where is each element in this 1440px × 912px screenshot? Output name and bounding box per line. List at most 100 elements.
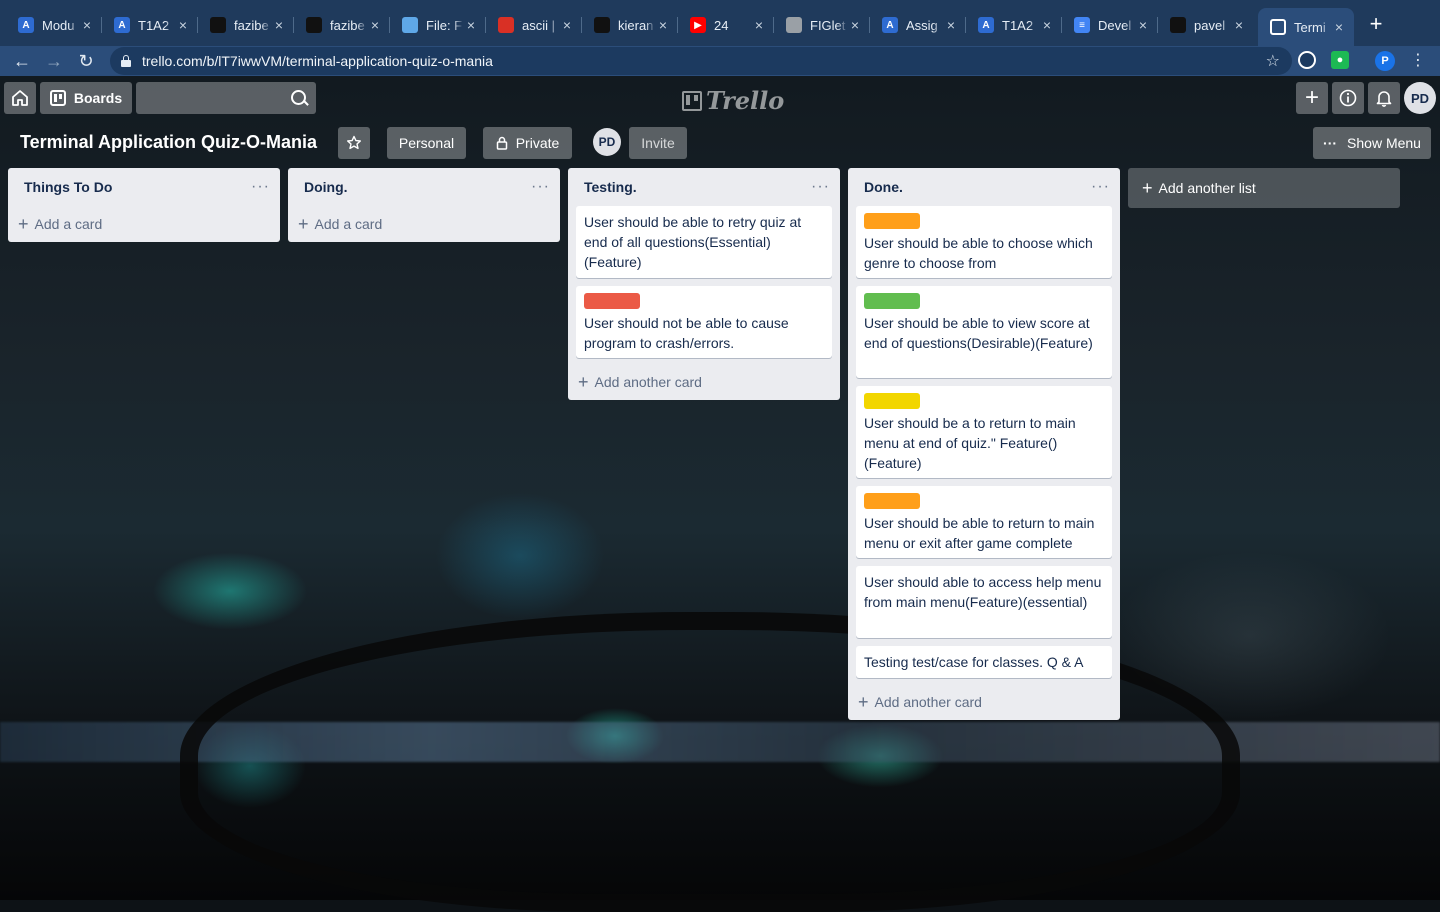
extension-icon[interactable] <box>1298 51 1316 69</box>
tab-favicon-icon <box>498 17 514 33</box>
card-label[interactable] <box>864 393 920 409</box>
browser-tab[interactable]: FIGlet × <box>774 8 870 42</box>
browser-menu-icon[interactable]: ⋮ <box>1406 49 1430 73</box>
back-icon[interactable]: ← <box>10 49 34 73</box>
browser-tab[interactable]: File: F × <box>390 8 486 42</box>
list-4[interactable]: Done. ··· User should be able to choose wh… <box>848 168 1120 720</box>
invite-button[interactable]: Invite <box>629 127 687 159</box>
tab-close-icon[interactable]: × <box>368 17 382 33</box>
list-menu-icon[interactable]: ··· <box>531 178 550 196</box>
list-title[interactable]: Things To Do <box>24 179 251 195</box>
url-text: trello.com/b/lT7iwwVM/terminal-applicati… <box>142 53 493 69</box>
browser-tab[interactable]: ▶ 24 × <box>678 8 774 42</box>
add-list-label: Add another list <box>1158 180 1256 196</box>
browser-tab[interactable]: fazibe × <box>294 8 390 42</box>
tab-close-icon[interactable]: × <box>464 17 478 33</box>
privacy-button[interactable]: Private <box>483 127 572 159</box>
card[interactable]: User should be able to retry quiz at end… <box>576 206 832 278</box>
lock-icon <box>120 55 132 67</box>
create-button[interactable]: + <box>1296 82 1328 114</box>
list-2[interactable]: Doing. ··· + Add a card <box>288 168 560 242</box>
card-label[interactable] <box>864 213 920 229</box>
address-bar[interactable]: trello.com/b/lT7iwwVM/terminal-applicati… <box>110 47 1292 75</box>
tab-close-icon[interactable]: × <box>944 17 958 33</box>
home-button[interactable] <box>4 82 36 114</box>
tab-favicon-icon: A <box>882 17 898 33</box>
card[interactable]: User should be able to return to main me… <box>856 486 1112 558</box>
list-title[interactable]: Done. <box>864 179 1091 195</box>
add-list-button[interactable]: + Add another list <box>1128 168 1400 208</box>
list-menu-icon[interactable]: ··· <box>811 178 830 196</box>
add-card-label: Add a card <box>34 216 103 232</box>
tab-close-icon[interactable]: × <box>176 17 190 33</box>
notifications-button[interactable] <box>1368 82 1400 114</box>
card-label[interactable] <box>864 293 920 309</box>
member-avatar[interactable]: PD <box>1404 82 1436 114</box>
card-label[interactable] <box>584 293 640 309</box>
list-title[interactable]: Doing. <box>304 179 531 195</box>
card[interactable]: Testing test/case for classes. Q & A <box>856 646 1112 678</box>
info-button[interactable] <box>1332 82 1364 114</box>
browser-tab[interactable]: A T1A2 × <box>102 8 198 42</box>
profile-avatar[interactable]: P <box>1375 51 1395 71</box>
search-input[interactable] <box>136 82 316 114</box>
team-visibility-button[interactable]: Personal <box>387 127 466 159</box>
list-3[interactable]: Testing. ··· User should be able to retry … <box>568 168 840 400</box>
card-label[interactable] <box>864 493 920 509</box>
show-menu-button[interactable]: ··· Show Menu <box>1313 127 1431 159</box>
new-tab-button[interactable]: + <box>1364 12 1388 36</box>
tab-close-icon[interactable]: × <box>656 17 670 33</box>
bookmark-star-icon[interactable]: ☆ <box>1266 51 1280 71</box>
tab-close-icon[interactable]: × <box>752 17 766 33</box>
trello-logo[interactable]: Trello <box>682 86 784 115</box>
card[interactable]: User should be able to choose which genr… <box>856 206 1112 278</box>
browser-tab[interactable]: A T1A2 × <box>966 8 1062 42</box>
browser-tab[interactable]: fazibe × <box>198 8 294 42</box>
tab-title: Modu <box>42 17 75 33</box>
reload-icon[interactable]: ↻ <box>74 49 98 73</box>
card[interactable]: User should able to access help menu fro… <box>856 566 1112 638</box>
tab-close-icon[interactable]: × <box>1332 19 1346 35</box>
add-card-button[interactable]: + Add a card <box>8 206 280 242</box>
tab-close-icon[interactable]: × <box>272 17 286 33</box>
boards-button[interactable]: Boards <box>40 82 132 114</box>
browser-tab[interactable]: pavel × <box>1158 8 1254 42</box>
card[interactable]: User should be a to return to main menu … <box>856 386 1112 478</box>
forward-icon[interactable]: → <box>42 49 66 73</box>
tab-close-icon[interactable]: × <box>1136 17 1150 33</box>
tab-close-icon[interactable]: × <box>560 17 574 33</box>
tab-close-icon[interactable]: × <box>80 17 94 33</box>
add-card-button[interactable]: + Add another card <box>848 684 1120 720</box>
browser-tab-strip: A Modu × A T1A2 × fazibe × fazibe × File: F × ascii … <box>0 0 1440 46</box>
browser-tab[interactable]: Termi × <box>1258 8 1354 46</box>
card-title: User should be able to retry quiz at end… <box>584 214 802 270</box>
star-board-button[interactable] <box>338 127 370 159</box>
plus-icon: + <box>18 214 29 234</box>
boards-label: Boards <box>73 90 123 106</box>
browser-tab[interactable]: ≡ Devel × <box>1062 8 1158 42</box>
add-card-button[interactable]: + Add a card <box>288 206 560 242</box>
list-title[interactable]: Testing. <box>584 179 811 195</box>
tab-close-icon[interactable]: × <box>1040 17 1054 33</box>
tab-close-icon[interactable]: × <box>1232 17 1246 33</box>
card-title: User should be a to return to main menu … <box>864 415 1076 471</box>
plus-icon: + <box>1142 178 1153 198</box>
tab-favicon-icon: A <box>18 17 34 33</box>
list-1[interactable]: Things To Do ··· + Add a card <box>8 168 280 242</box>
browser-tab[interactable]: ascii | × <box>486 8 582 42</box>
board-title[interactable]: Terminal Application Quiz-O-Mania <box>20 132 317 153</box>
card[interactable]: User should be able to view score at end… <box>856 286 1112 378</box>
list-menu-icon[interactable]: ··· <box>251 178 270 196</box>
browser-tab[interactable]: A Assig × <box>870 8 966 42</box>
card-title: Testing test/case for classes. Q & A <box>864 654 1084 670</box>
list-menu-icon[interactable]: ··· <box>1091 178 1110 196</box>
board-member-avatar[interactable]: PD <box>593 128 621 156</box>
browser-tab[interactable]: A Modu × <box>6 8 102 42</box>
tab-close-icon[interactable]: × <box>848 17 862 33</box>
card-title: User should be able to choose which genr… <box>864 235 1093 271</box>
add-card-button[interactable]: + Add another card <box>568 364 840 400</box>
tab-favicon-icon <box>210 17 226 33</box>
card[interactable]: User should not be able to cause program… <box>576 286 832 358</box>
extension-green-icon[interactable]: ● <box>1331 51 1349 69</box>
browser-tab[interactable]: kieran × <box>582 8 678 42</box>
